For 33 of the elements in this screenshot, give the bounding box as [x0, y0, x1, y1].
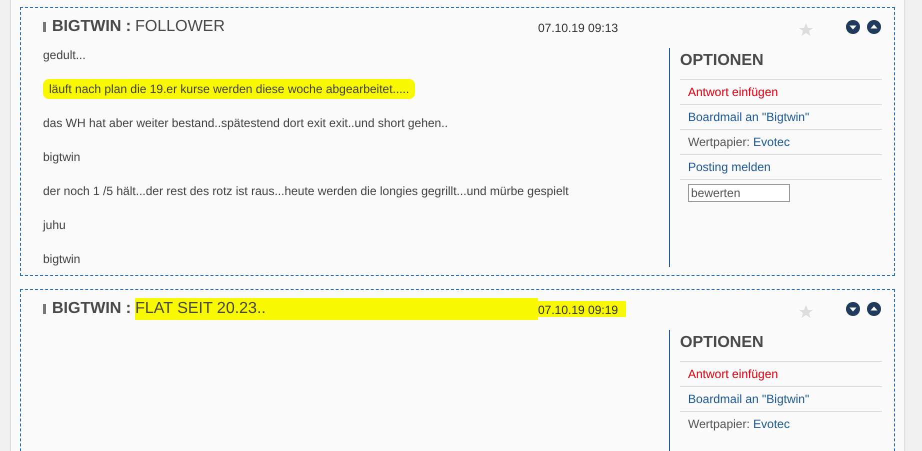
options-heading: OPTIONEN [680, 52, 765, 71]
post-author: BIGTWIN : [52, 18, 132, 36]
scroll-up-icon[interactable] [866, 301, 882, 317]
post-date: 07.10.19 09:19 [538, 301, 626, 317]
post-paragraph: juhu [43, 218, 66, 232]
security-link[interactable]: Evotec [753, 135, 790, 149]
scroll-down-icon[interactable] [845, 19, 861, 35]
post-paragraph: bigtwin [43, 252, 80, 266]
reply-link[interactable]: Antwort einfügen [688, 367, 778, 381]
star-icon[interactable] [799, 23, 815, 37]
post-paragraph: der noch 1 /5 hält...der rest des rotz ist raus...heute werden die longies gegrillt...und mürbe gespielt [43, 184, 569, 198]
rating-field[interactable]: bewerten [688, 184, 790, 202]
post-title: FLAT SEIT 20.23.. [135, 298, 538, 320]
title-marker-icon [43, 22, 46, 32]
security-label: Wertpapier: [688, 135, 750, 149]
reply-link[interactable]: Antwort einfügen [688, 85, 778, 99]
star-icon[interactable] [799, 305, 815, 319]
post-date: 07.10.19 09:13 [538, 20, 618, 35]
scroll-down-icon[interactable] [845, 301, 861, 317]
security-link[interactable]: Evotec [753, 417, 790, 431]
security-label: Wertpapier: [688, 417, 750, 431]
post-paragraph: gedult... [43, 48, 86, 62]
option-link[interactable]: Boardmail an "Bigtwin" [688, 110, 810, 124]
options-heading: OPTIONEN [680, 334, 765, 353]
option-link[interactable]: Posting melden [688, 160, 771, 174]
post-title: FOLLOWER [135, 18, 225, 36]
option-link[interactable]: Boardmail an "Bigtwin" [688, 392, 810, 406]
post-paragraph: läuft nach plan die 19.er kurse werden diese woche abgearbeitet..... [43, 79, 416, 99]
post-paragraph: bigtwin [43, 150, 80, 164]
scroll-up-icon[interactable] [866, 19, 882, 35]
post-author: BIGTWIN : [52, 300, 132, 318]
title-marker-icon [43, 304, 46, 314]
post-paragraph: das WH hat aber weiter bestand..spätestend dort exit exit..und short gehen.. [43, 116, 448, 130]
